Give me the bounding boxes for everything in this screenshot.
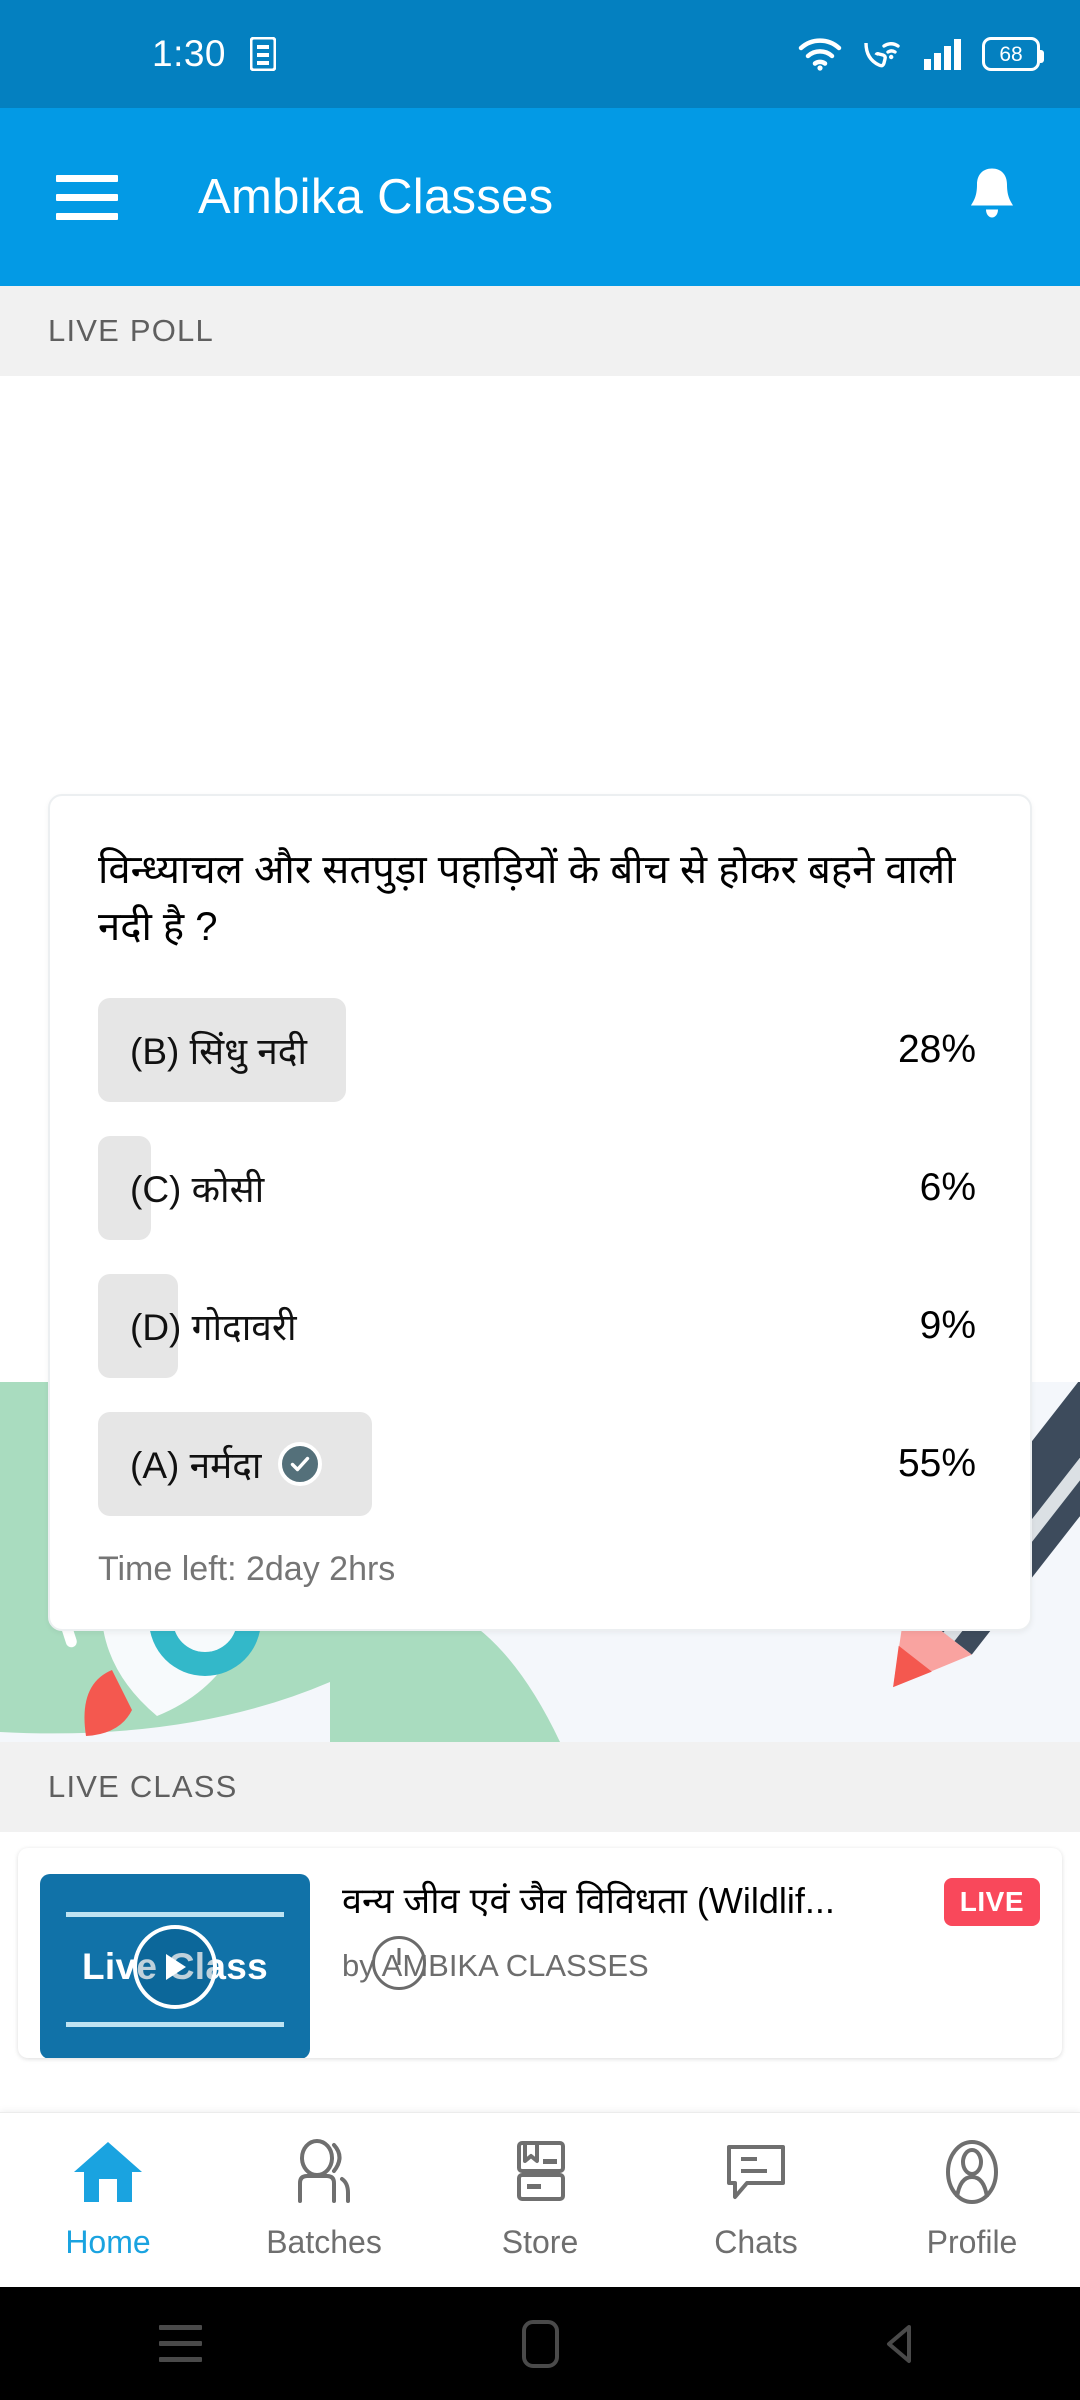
phone-screen: 1:30 68 Ambika Classes LIVE POLL विन्ध्य…: [0, 0, 1080, 2400]
nav-item-batches[interactable]: Batches: [216, 2139, 432, 2261]
call-wifi-icon: [862, 37, 902, 71]
nav-label-batches: Batches: [266, 2224, 382, 2260]
poll-option-label-wrap: (C) कोसी: [130, 1162, 264, 1213]
hamburger-menu-icon[interactable]: [56, 174, 118, 220]
home-square-icon[interactable]: [360, 2319, 720, 2368]
poll-option-label-wrap: (D) गोदावरी: [130, 1300, 297, 1351]
poll-option-percent: 9%: [919, 1303, 976, 1347]
status-bar-right: 68: [798, 37, 1044, 71]
poll-option-label: (C) कोसी: [130, 1169, 265, 1211]
wifi-icon: [798, 37, 842, 71]
nav-item-store[interactable]: Store: [432, 2139, 648, 2261]
poll-card: विन्ध्याचल और सतपुड़ा पहाड़ियों के बीच स…: [48, 794, 1032, 1631]
home-icon: [71, 2139, 145, 2210]
poll-question: विन्ध्याचल और सतपुड़ा पहाड़ियों के बीच स…: [98, 848, 956, 949]
nav-label-profile: Profile: [926, 2224, 1018, 2260]
poll-option-row[interactable]: (D) गोदावरी 9%: [98, 1273, 982, 1378]
poll-option-row[interactable]: (C) कोसी 6%: [98, 1135, 982, 1240]
live-class-title: वन्य जीव एवं जैव विविधता (Wildlif...: [342, 1880, 835, 1921]
bottom-navigation-bar: Home Batches Store Chats Profile: [0, 2112, 1080, 2287]
live-poll-section-header: LIVE POLL: [0, 286, 1080, 376]
live-poll-header-label: LIVE POLL: [48, 313, 214, 348]
nav-label-chats: Chats: [714, 2224, 798, 2260]
status-bar-left: 1:30: [152, 33, 277, 75]
poll-option-row-selected[interactable]: (A) नर्मदा 55%: [98, 1411, 982, 1516]
nav-label-store: Store: [501, 2224, 579, 2260]
battery-icon: 68: [982, 37, 1044, 71]
thumbnail-rule-bottom: [66, 2022, 284, 2027]
poll-option-label-wrap: (B) सिंधु नदी: [130, 1024, 307, 1075]
nav-item-home[interactable]: Home: [0, 2139, 216, 2261]
clock-icon: [372, 1936, 426, 1990]
check-circle-icon: [277, 1441, 322, 1486]
poll-option-percent: 28%: [897, 1027, 976, 1071]
live-class-header-label: LIVE CLASS: [48, 1769, 238, 1804]
live-poll-body: विन्ध्याचल और सतपुड़ा पहाड़ियों के बीच स…: [0, 376, 1080, 1742]
status-time: 1:30: [152, 33, 227, 74]
poll-time-left: Time left: 2day 2hrs: [98, 1549, 396, 1588]
live-class-info: वन्य जीव एवं जैव विविधता (Wildlif... LIV…: [342, 1874, 1040, 2032]
back-triangle-icon[interactable]: [720, 2321, 1080, 2367]
bell-icon[interactable]: [966, 165, 1018, 230]
signal-icon: [922, 37, 962, 71]
person-icon: [935, 2139, 1009, 2210]
status-bar: 1:30 68: [0, 0, 1080, 108]
nav-item-profile[interactable]: Profile: [864, 2139, 1080, 2261]
poll-option-label: (D) गोदावरी: [130, 1307, 297, 1349]
battery-level: 68: [999, 42, 1023, 66]
live-class-author: by AMBIKA CLASSES: [342, 1948, 649, 1983]
play-circle-icon[interactable]: [133, 1924, 217, 2009]
poll-option-label: (B) सिंधु नदी: [130, 1031, 307, 1073]
live-class-thumbnail[interactable]: Live Class: [40, 1874, 310, 2058]
poll-option-percent: 55%: [897, 1441, 976, 1485]
system-navigation-bar: [0, 2287, 1080, 2400]
books-icon: [503, 2139, 577, 2210]
page-title: Ambika Classes: [198, 170, 554, 224]
poll-option-row[interactable]: (B) सिंधु नदी 28%: [98, 997, 982, 1102]
poll-option-percent: 6%: [919, 1165, 976, 1209]
live-class-card[interactable]: Live Class वन्य जीव एवं जैव विविधता (Wil…: [18, 1848, 1062, 2058]
poll-option-label: (A) नर्मदा: [130, 1445, 262, 1487]
sim-card-icon: [250, 37, 277, 71]
chat-icon: [719, 2139, 793, 2210]
thumbnail-rule-top: [66, 1912, 284, 1917]
app-bar: Ambika Classes: [0, 108, 1080, 286]
live-class-section: LIVE CLASS Live Class वन्य जीव एवं जैव व…: [0, 1742, 1080, 2058]
poll-option-label-wrap: (A) नर्मदा: [130, 1438, 322, 1489]
live-class-title-row: वन्य जीव एवं जैव विविधता (Wildlif... LIV…: [342, 1878, 1040, 1926]
nav-item-chats[interactable]: Chats: [648, 2139, 864, 2261]
recents-icon[interactable]: [0, 2325, 360, 2362]
live-class-section-header: LIVE CLASS: [0, 1742, 1080, 1832]
nav-label-home: Home: [65, 2224, 151, 2260]
people-icon: [287, 2139, 361, 2210]
status-badge: LIVE: [943, 1878, 1040, 1926]
